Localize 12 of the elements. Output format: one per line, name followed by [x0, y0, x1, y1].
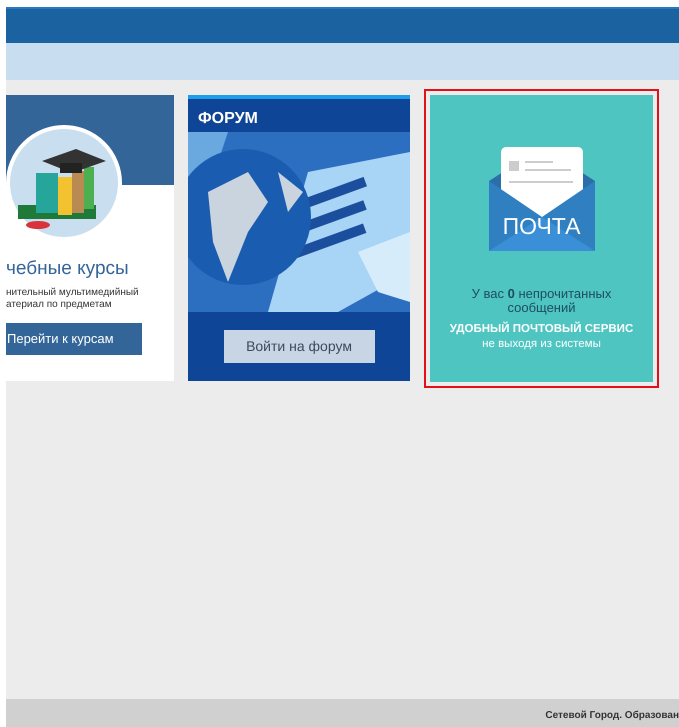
footer-text: Сетевой Город. Образован — [545, 709, 679, 723]
forum-button[interactable]: Войти на форум — [224, 330, 374, 363]
slogan-text: УДОБНЫЙ ПОЧТОВЫЙ СЕРВИС — [450, 321, 634, 337]
courses-button[interactable]: Перейти к курсам — [6, 322, 142, 355]
logo-text: ПОЧТА — [502, 215, 582, 238]
subtitle-text: не выходя из системы — [482, 338, 601, 350]
mail-card[interactable]: ПОЧТА У вас 0 непрочитанных сообщений УДОБНЫЙ ПОЧТОВЫЙ СЕРВИС не выходя из системы — [430, 95, 653, 382]
card-title: чебные курсы — [6, 257, 130, 281]
card-description: нительный мультимедийный атериал по предметам — [6, 286, 140, 311]
unread-messages-text: У вас 0 непрочитанных сообщений — [470, 287, 612, 315]
envelope-icon — [488, 147, 594, 251]
card-title: ФОРУМ — [197, 109, 259, 129]
